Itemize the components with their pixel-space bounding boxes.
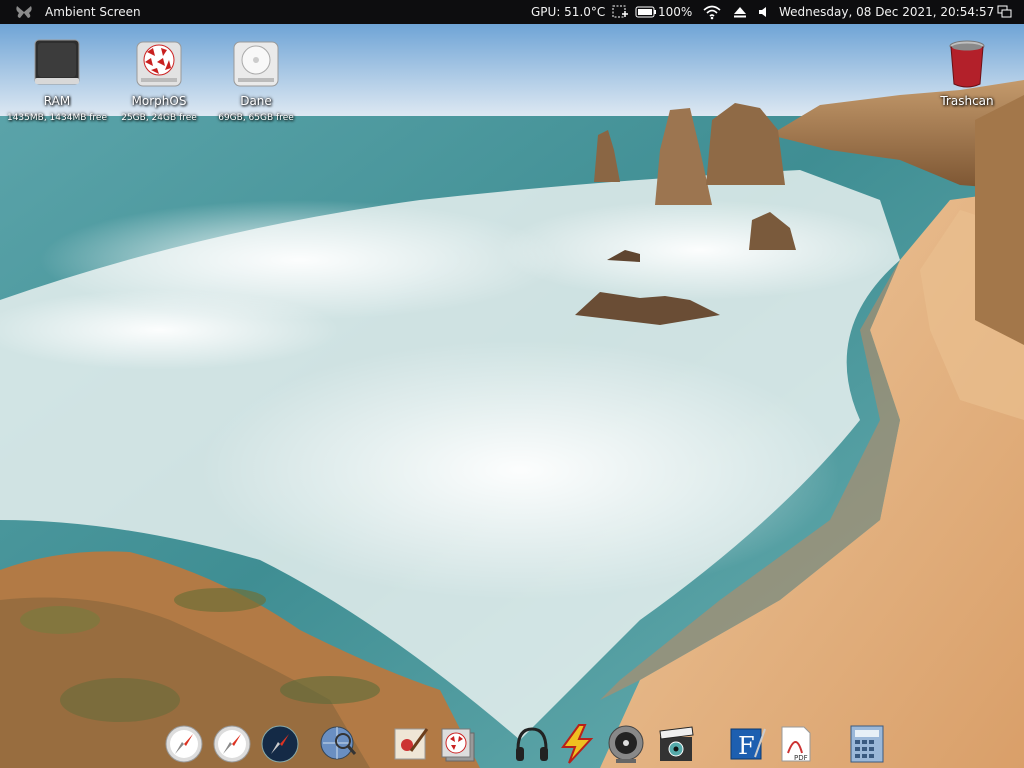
pdf-viewer-icon[interactable]: PDF bbox=[774, 723, 818, 765]
font-editor-icon[interactable]: F bbox=[725, 723, 769, 765]
lightning-icon[interactable] bbox=[555, 723, 599, 765]
screenbar-icon[interactable] bbox=[611, 0, 629, 24]
icon-label: Dane bbox=[240, 94, 272, 108]
boing-ball-stack-icon[interactable] bbox=[436, 723, 480, 765]
icon-label: Trashcan bbox=[940, 94, 994, 108]
top-bar: Ambient Screen GPU: 51.0°C 100% Wednesda… bbox=[0, 0, 1024, 24]
svg-text:PDF: PDF bbox=[794, 754, 808, 762]
compass-dark-icon[interactable] bbox=[258, 723, 302, 765]
desktop-icon-trashcan[interactable]: Trashcan bbox=[907, 38, 1024, 108]
morphos-drive-icon bbox=[133, 38, 185, 90]
svg-text:F: F bbox=[738, 732, 755, 760]
trashcan-icon bbox=[941, 38, 993, 90]
volume-icon[interactable] bbox=[757, 0, 771, 24]
paint-icon[interactable] bbox=[389, 723, 433, 765]
icon-info: 69GB, 65GB free bbox=[218, 113, 294, 123]
wifi-icon[interactable] bbox=[703, 0, 721, 24]
eject-icon[interactable] bbox=[732, 0, 748, 24]
clock[interactable]: Wednesday, 08 Dec 2021, 20:54:57 bbox=[779, 0, 994, 24]
desktop-icon-dane[interactable]: Dane 69GB, 65GB free bbox=[196, 38, 316, 123]
disc-player-icon[interactable] bbox=[604, 723, 648, 765]
ram-disk-icon bbox=[31, 38, 83, 90]
butterfly-icon[interactable] bbox=[14, 0, 34, 24]
calculator-icon[interactable] bbox=[845, 723, 889, 765]
app-title[interactable]: Ambient Screen bbox=[45, 0, 141, 24]
safari-compass-icon[interactable] bbox=[162, 723, 206, 765]
headphones-icon[interactable] bbox=[510, 723, 554, 765]
safari-compass-icon[interactable] bbox=[210, 723, 254, 765]
window-switch-icon[interactable] bbox=[996, 0, 1014, 24]
battery-level: 100% bbox=[658, 5, 693, 19]
battery-icon[interactable] bbox=[635, 0, 657, 24]
clapperboard-icon[interactable] bbox=[654, 723, 698, 765]
hard-drive-icon bbox=[230, 38, 282, 90]
gpu-temperature: GPU: 51.0°C bbox=[531, 5, 606, 19]
globe-search-icon[interactable] bbox=[317, 723, 361, 765]
